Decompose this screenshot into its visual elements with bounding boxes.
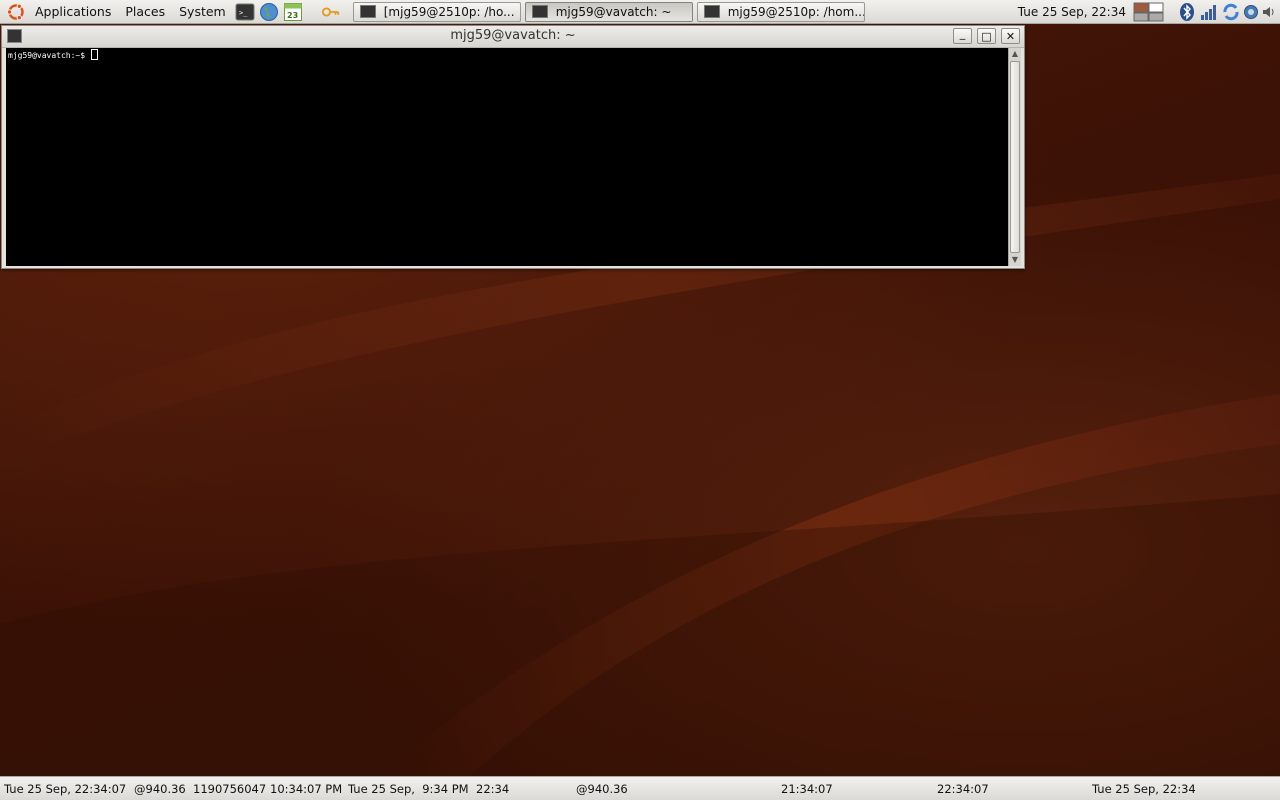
- web-browser-icon[interactable]: [259, 2, 279, 22]
- svg-text:23: 23: [287, 11, 298, 20]
- scroll-up-arrow-icon[interactable]: ▲: [1009, 48, 1021, 60]
- clock-applet[interactable]: Tue 25 Sep, 9:34 PM: [348, 782, 469, 796]
- text-cursor: [90, 49, 98, 60]
- taskbar-label: mjg59@vavatch: ~: [555, 4, 672, 19]
- clock-applet[interactable]: 22:34: [476, 782, 509, 796]
- terminal-icon: [359, 5, 376, 18]
- keys-applet-icon[interactable]: [321, 2, 341, 22]
- top-panel-clock[interactable]: Tue 25 Sep, 22:34: [1012, 5, 1132, 19]
- scroll-down-arrow-icon[interactable]: ▼: [1009, 254, 1021, 266]
- window-titlebar[interactable]: mjg59@vavatch: ~ _ □ ✕: [2, 26, 1024, 48]
- clock-applet[interactable]: Tue 25 Sep, 22:34:07: [4, 782, 126, 796]
- bottom-panel: Tue 25 Sep, 22:34:07 @940.36 1190756047 …: [0, 776, 1280, 800]
- clock-applet[interactable]: @940.36: [134, 782, 186, 796]
- calendar-launcher-icon[interactable]: 23: [283, 2, 303, 22]
- clock-applet[interactable]: 21:34:07: [781, 782, 833, 796]
- terminal-icon: [531, 5, 548, 18]
- close-icon: ✕: [1005, 29, 1016, 43]
- volume-icon[interactable]: [1261, 2, 1277, 22]
- taskbar-window-2510p-1[interactable]: [mjg59@2510p: /ho...: [352, 1, 521, 22]
- terminal-text-area[interactable]: mjg59@vavatch:~$: [6, 48, 1008, 266]
- svg-text:>_: >_: [239, 9, 248, 17]
- update-notifier-icon[interactable]: [1221, 2, 1241, 22]
- minimize-button[interactable]: _: [953, 28, 972, 44]
- clock-applet[interactable]: 22:34:07: [937, 782, 989, 796]
- ubuntu-logo-icon[interactable]: [6, 2, 26, 22]
- minimize-icon: _: [959, 26, 966, 40]
- menu-applications[interactable]: Applications: [28, 0, 118, 24]
- workspace-switcher-icon[interactable]: [1133, 2, 1165, 22]
- maximize-icon: □: [981, 29, 992, 43]
- taskbar-window-2510p-2[interactable]: mjg59@2510p: /hom...: [696, 1, 865, 22]
- terminal-scrollbar[interactable]: ▲ ▼: [1008, 48, 1021, 266]
- taskbar-window-vavatch[interactable]: mjg59@vavatch: ~: [524, 1, 693, 22]
- terminal-window[interactable]: mjg59@vavatch: ~ _ □ ✕ mjg59@vavatch:~$ …: [1, 25, 1025, 269]
- close-button[interactable]: ✕: [1001, 28, 1020, 44]
- window-title: mjg59@vavatch: ~: [450, 28, 576, 43]
- maximize-button[interactable]: □: [977, 28, 996, 44]
- clock-applet[interactable]: @940.36: [576, 782, 628, 796]
- menu-system[interactable]: System: [172, 0, 233, 24]
- bluetooth-icon[interactable]: [1177, 2, 1197, 22]
- scrollbar-thumb[interactable]: [1010, 61, 1020, 253]
- clock-applet[interactable]: 1190756047: [193, 782, 266, 796]
- terminal-icon: [703, 5, 720, 18]
- taskbar-label: mjg59@2510p: /hom...: [727, 4, 865, 19]
- network-signal-icon[interactable]: [1199, 2, 1219, 22]
- menu-places[interactable]: Places: [118, 0, 172, 24]
- shell-prompt: mjg59@vavatch:~$: [8, 51, 90, 60]
- terminal-launcher-icon[interactable]: >_: [235, 2, 255, 22]
- top-panel: Applications Places System >_ 23 [mjg59@…: [0, 0, 1280, 24]
- taskbar-label: [mjg59@2510p: /ho...: [383, 4, 515, 19]
- power-icon[interactable]: [1243, 2, 1259, 22]
- clock-applet[interactable]: 10:34:07 PM: [270, 782, 342, 796]
- clock-applet[interactable]: Tue 25 Sep, 22:34: [1092, 782, 1196, 796]
